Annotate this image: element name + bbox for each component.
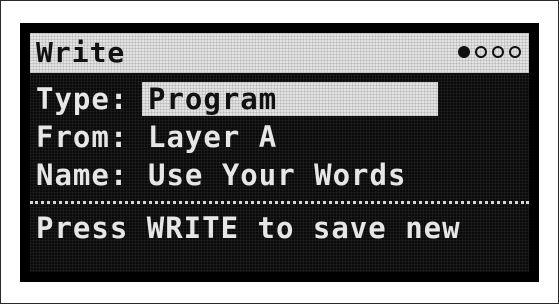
page-indicator bbox=[458, 46, 521, 58]
title-bar: Write bbox=[30, 33, 529, 73]
field-label-name: Name: bbox=[36, 158, 129, 192]
field-row-type: Type: Program bbox=[30, 80, 529, 118]
page-dot-icon bbox=[492, 46, 504, 58]
field-label-from: From: bbox=[36, 120, 129, 154]
page-dot-current-icon bbox=[458, 46, 470, 58]
field-value-type[interactable]: Program bbox=[142, 82, 438, 116]
dotted-divider bbox=[30, 201, 529, 204]
field-row-from: From: Layer A bbox=[30, 118, 529, 156]
page-dot-icon bbox=[509, 46, 521, 58]
page-title: Write bbox=[36, 36, 126, 69]
field-row-name: Name: Use Your Words bbox=[30, 156, 529, 194]
display-bezel: Write Type: Program From: Layer A Name: … bbox=[20, 23, 539, 282]
display-frame: Write Type: Program From: Layer A Name: … bbox=[0, 0, 559, 304]
field-label-type: Type: bbox=[36, 82, 129, 116]
page-dot-icon bbox=[475, 46, 487, 58]
lcd-display: Write Type: Program From: Layer A Name: … bbox=[30, 33, 529, 272]
status-message: Press WRITE to save new bbox=[36, 211, 461, 245]
field-value-name[interactable]: Use Your Words bbox=[148, 156, 406, 194]
field-value-from[interactable]: Layer A bbox=[148, 118, 277, 156]
